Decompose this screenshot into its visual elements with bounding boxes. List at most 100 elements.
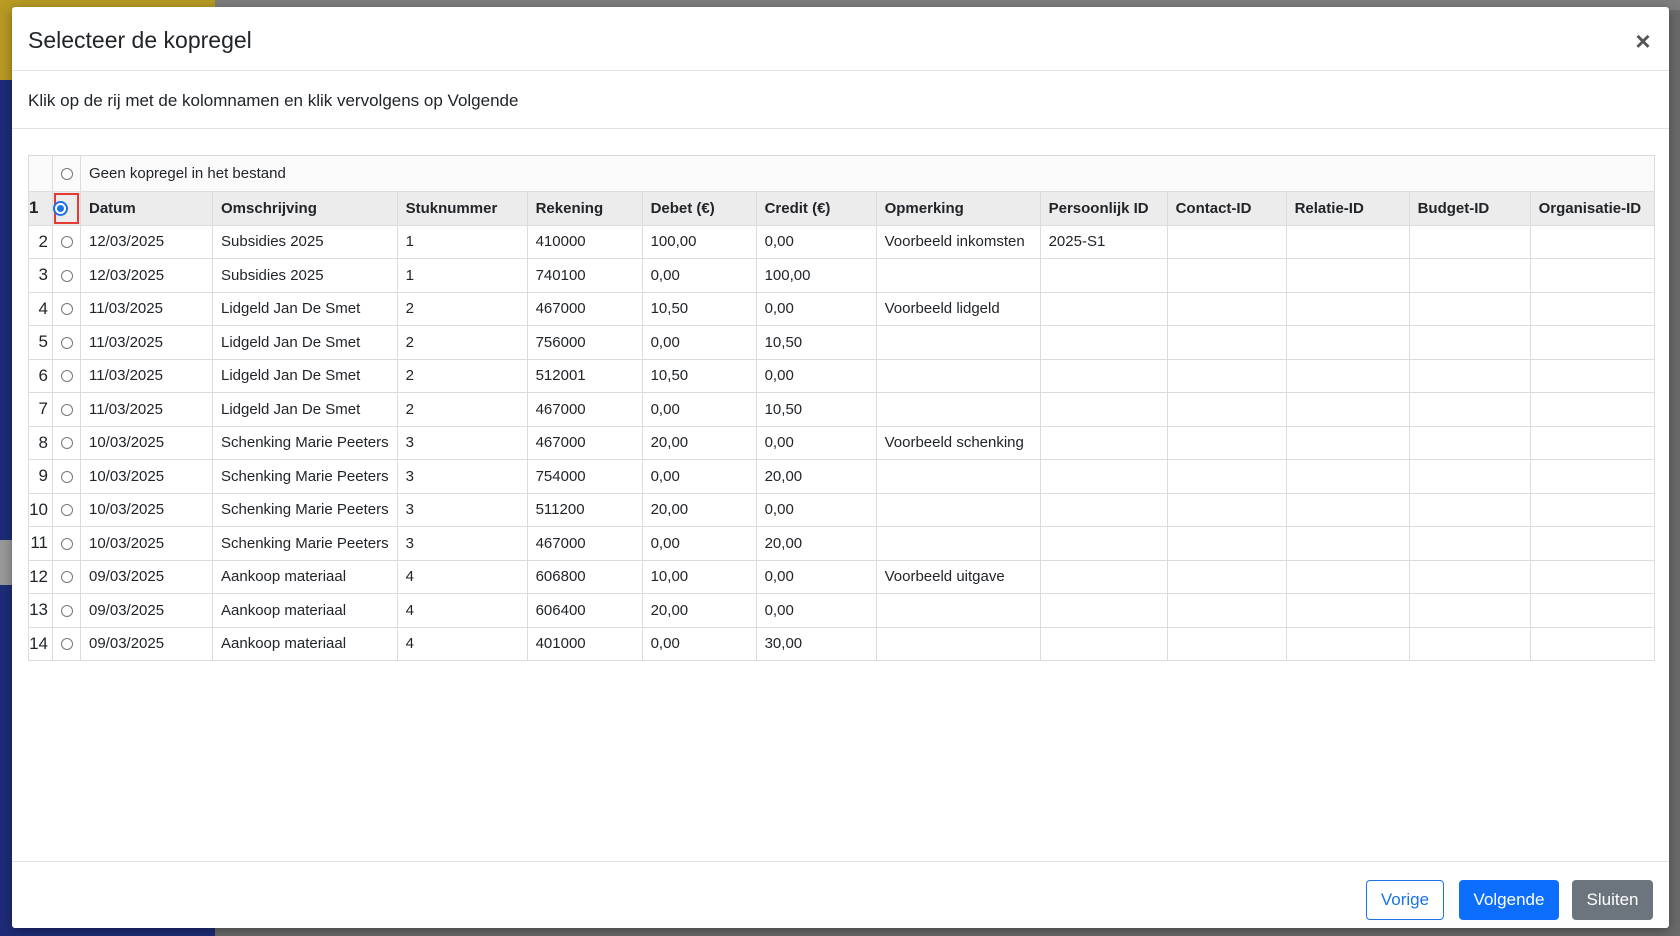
- table-cell: 467000: [526, 425, 643, 460]
- table-row[interactable]: 6 11/03/2025 Lidgeld Jan De Smet 2 512001 10,…: [28, 358, 1655, 393]
- table-cell: Voorbeeld lidgeld: [875, 291, 1041, 326]
- table-row[interactable]: 12 09/03/2025 Aankoop materiaal 4 606800 10,0…: [28, 559, 1655, 594]
- table-cell: 2: [396, 358, 528, 393]
- table-cell: Aankoop materiaal: [212, 626, 398, 661]
- table-row[interactable]: 10 10/03/2025 Schenking Marie Peeters 3 5112…: [28, 492, 1655, 527]
- radio-icon[interactable]: [60, 504, 73, 517]
- table-cell: [1039, 559, 1168, 594]
- table-cell: [1166, 459, 1287, 494]
- radio-cell[interactable]: [52, 559, 81, 594]
- radio-icon[interactable]: [60, 638, 73, 651]
- table-cell: 10,50: [641, 358, 757, 393]
- table-cell: 09/03/2025: [80, 626, 213, 661]
- radio-icon[interactable]: [60, 336, 73, 349]
- table-cell: [1166, 559, 1287, 594]
- next-button[interactable]: Volgende: [1459, 880, 1559, 920]
- selected-header-row[interactable]: 1 Datum Omschrijving Stuknummer Rekening…: [28, 191, 1655, 226]
- radio-cell[interactable]: [52, 459, 81, 494]
- table-row[interactable]: 4 11/03/2025 Lidgeld Jan De Smet 2 467000 10,…: [28, 291, 1655, 326]
- radio-icon[interactable]: [60, 269, 73, 282]
- previous-button[interactable]: Vorige: [1366, 880, 1444, 920]
- radio-cell[interactable]: [52, 358, 81, 393]
- table-cell: 3: [396, 425, 528, 460]
- radio-icon[interactable]: [60, 537, 73, 550]
- table-cell: [1529, 392, 1655, 427]
- table-cell: [1285, 358, 1410, 393]
- table-cell: Voorbeeld uitgave: [875, 559, 1041, 594]
- radio-cell[interactable]: [52, 325, 81, 360]
- table-cell: [1039, 392, 1168, 427]
- table-cell: [875, 258, 1041, 293]
- instruction-text: Klik op de rij met de kolomnamen en klik…: [28, 91, 519, 110]
- radio-icon[interactable]: [60, 571, 73, 584]
- table-cell: [1408, 358, 1531, 393]
- close-button[interactable]: ×: [1631, 28, 1655, 54]
- row-number: 10: [28, 492, 53, 527]
- table-row[interactable]: 3 12/03/2025 Subsidies 2025 1 740100 0,00 100,…: [28, 258, 1655, 293]
- header-row-select-dialog: Selecteer de kopregel × Klik op de rij m…: [12, 7, 1669, 928]
- table-cell: 20,00: [755, 459, 877, 494]
- table-cell: [1529, 459, 1655, 494]
- radio-icon[interactable]: [60, 168, 73, 181]
- radio-cell[interactable]: [52, 526, 81, 561]
- row-number: 13: [28, 593, 53, 628]
- table-cell: Schenking Marie Peeters: [212, 492, 398, 527]
- table-cell: 606400: [526, 593, 643, 628]
- table-row[interactable]: 9 10/03/2025 Schenking Marie Peeters 3 75400…: [28, 459, 1655, 494]
- radio-icon[interactable]: [60, 604, 73, 617]
- radio-cell[interactable]: [52, 224, 81, 259]
- table-cell: 10/03/2025: [80, 526, 213, 561]
- table-cell: 12/03/2025: [80, 258, 213, 293]
- table-cell: [1285, 593, 1410, 628]
- table-row[interactable]: 13 09/03/2025 Aankoop materiaal 4 606400 20,0…: [28, 593, 1655, 628]
- radio-cell[interactable]: [52, 626, 81, 661]
- radio-cell[interactable]: [52, 392, 81, 427]
- table-cell: 4: [396, 593, 528, 628]
- table-cell: [1408, 425, 1531, 460]
- no-header-row[interactable]: Geen kopregel in het bestand: [28, 155, 1655, 192]
- radio-cell[interactable]: [52, 425, 81, 460]
- radio-icon[interactable]: [60, 470, 73, 483]
- radio-cell[interactable]: [52, 291, 81, 326]
- table-cell: [1529, 626, 1655, 661]
- table-cell: [1529, 358, 1655, 393]
- table-row[interactable]: 2 12/03/2025 Subsidies 2025 1 410000 100,00 0,…: [28, 224, 1655, 259]
- table-cell: [1039, 626, 1168, 661]
- table-cell: Schenking Marie Peeters: [212, 526, 398, 561]
- radio-icon[interactable]: [60, 403, 73, 416]
- radio-icon[interactable]: [60, 303, 73, 316]
- radio-cell[interactable]: [52, 593, 81, 628]
- table-cell: 10,50: [755, 325, 877, 360]
- radio-icon[interactable]: [60, 236, 73, 249]
- table-cell: 4: [396, 559, 528, 594]
- table-cell: 410000: [526, 224, 643, 259]
- table-cell: [1285, 258, 1410, 293]
- close-dialog-button[interactable]: Sluiten: [1572, 880, 1653, 920]
- radio-cell[interactable]: [52, 155, 81, 192]
- table-cell: [1408, 593, 1531, 628]
- table-row[interactable]: 8 10/03/2025 Schenking Marie Peeters 3 46700…: [28, 425, 1655, 460]
- column-header: Relatie-ID: [1285, 191, 1410, 226]
- table-cell: [875, 492, 1041, 527]
- table-cell: [875, 526, 1041, 561]
- radio-cell[interactable]: [52, 191, 81, 226]
- radio-icon[interactable]: [60, 370, 73, 383]
- table-cell: 09/03/2025: [80, 593, 213, 628]
- row-number: 8: [28, 425, 53, 460]
- radio-cell[interactable]: [52, 258, 81, 293]
- table-row[interactable]: 7 11/03/2025 Lidgeld Jan De Smet 2 467000 0,0…: [28, 392, 1655, 427]
- table-row[interactable]: 14 09/03/2025 Aankoop materiaal 4 401000 0,00…: [28, 626, 1655, 661]
- table-row[interactable]: 5 11/03/2025 Lidgeld Jan De Smet 2 756000 0,0…: [28, 325, 1655, 360]
- radio-cell[interactable]: [52, 492, 81, 527]
- table-cell: [1039, 492, 1168, 527]
- radio-icon[interactable]: [60, 437, 73, 450]
- table-cell: [875, 358, 1041, 393]
- table-cell: [1166, 626, 1287, 661]
- table-cell: [1529, 425, 1655, 460]
- table-cell: [1408, 459, 1531, 494]
- row-number: 1: [28, 191, 53, 226]
- table-cell: [1039, 593, 1168, 628]
- table-row[interactable]: 11 10/03/2025 Schenking Marie Peeters 3 4670…: [28, 526, 1655, 561]
- column-header: Omschrijving: [212, 191, 398, 226]
- table-cell: [1529, 559, 1655, 594]
